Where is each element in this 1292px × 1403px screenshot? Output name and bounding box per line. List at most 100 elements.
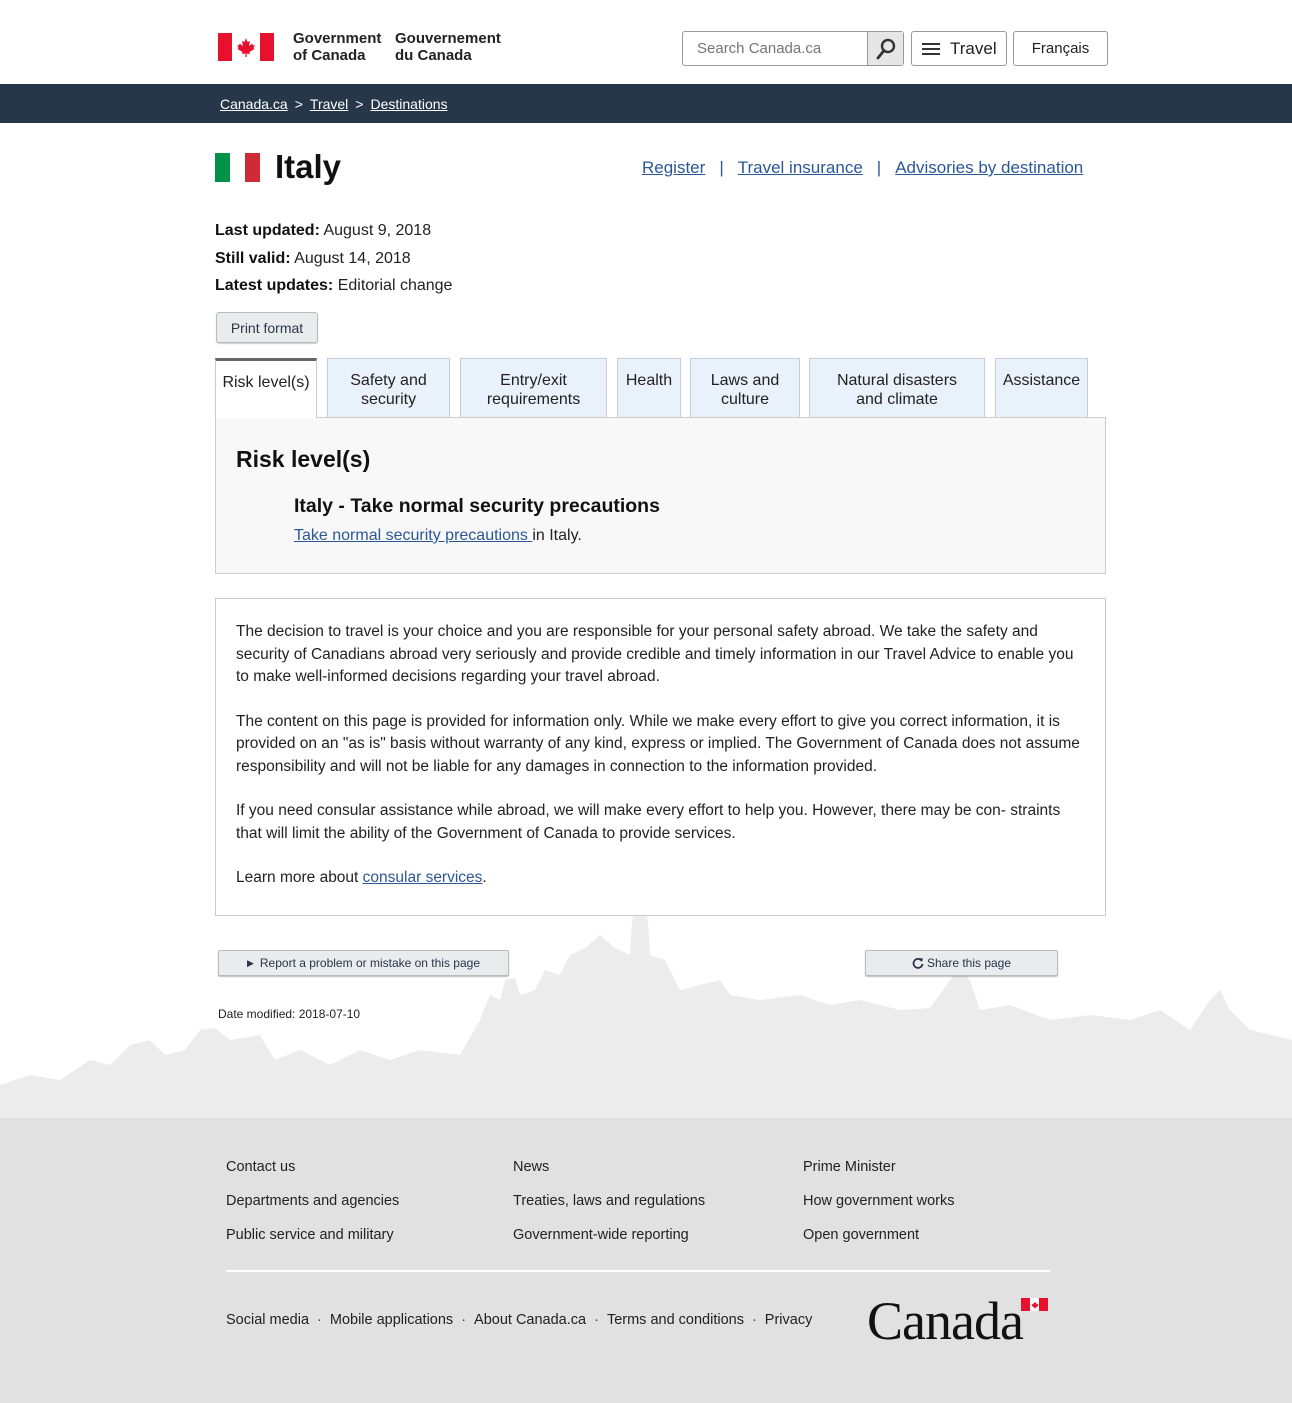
footer-link-social-media[interactable]: Social media [226, 1312, 309, 1328]
learn-more-prefix: Learn more about [236, 869, 363, 886]
government-signature-fr[interactable]: Gouvernement du Canada [395, 30, 501, 64]
triangle-right-icon: ▶ [246, 957, 254, 968]
search-box [682, 31, 904, 66]
footer-column: News Treaties, laws and regulations Gove… [513, 1150, 705, 1252]
tab-entry-exit[interactable]: Entry/exit requirements [460, 358, 607, 417]
tab-label: Natural disasters [836, 372, 958, 389]
advisory-metadata: Last updated: August 9, 2018 Still valid… [215, 217, 452, 300]
register-link[interactable]: Register [642, 158, 705, 178]
search-button[interactable] [867, 32, 903, 65]
footer-link-open-government[interactable]: Open government [803, 1218, 955, 1252]
flag-stripe-red [245, 153, 260, 182]
tab-risk-levels[interactable]: Risk level(s) [215, 358, 317, 418]
tab-health[interactable]: Health [617, 358, 681, 417]
site-header: Government of Canada Gouvernement du Can… [0, 0, 1292, 84]
footer-link-reporting[interactable]: Government-wide reporting [513, 1218, 705, 1252]
wordmark-flag-icon [1021, 1298, 1048, 1311]
tab-safety-security[interactable]: Safety and security [327, 358, 450, 417]
disclaimer-paragraph: The content on this page is provided for… [236, 712, 1080, 775]
footer-separator: · [317, 1312, 322, 1328]
consular-services-link[interactable]: consular services [363, 869, 483, 886]
share-page-button[interactable]: Share this page [865, 950, 1058, 976]
disclaimer-paragraph: If you need consular assistance while ab… [236, 802, 1061, 842]
italy-flag-icon [215, 153, 260, 182]
tab-laws-culture[interactable]: Laws and culture [690, 358, 800, 417]
footer-link-contact[interactable]: Contact us [226, 1150, 399, 1184]
tab-label: Assistance [1002, 372, 1081, 389]
footer-link-about[interactable]: About Canada.ca [474, 1312, 586, 1328]
still-valid-row: Still valid: August 14, 2018 [215, 245, 452, 273]
breadcrumb-link-canada[interactable]: Canada.ca [220, 96, 288, 112]
share-icon [912, 958, 924, 969]
risk-subheading: Italy - Take normal security precautions [294, 495, 660, 517]
tab-label: Risk level(s) [222, 374, 310, 391]
footer-separator: · [751, 1312, 757, 1328]
still-valid-value: August 14, 2018 [294, 249, 411, 267]
latest-updates-value: Editorial change [337, 277, 453, 294]
search-icon [876, 38, 895, 59]
tab-assistance[interactable]: Assistance [995, 358, 1088, 417]
footer-link-mobile-apps[interactable]: Mobile applications [330, 1312, 453, 1328]
tab-label: security [360, 391, 417, 408]
advisories-link[interactable]: Advisories by destination [895, 158, 1083, 178]
signature-text: du Canada [395, 47, 472, 64]
disclaimer-paragraph: The decision to travel is your choice an… [236, 623, 1074, 685]
maple-leaf-icon [1030, 1298, 1039, 1311]
signature-text: Government [293, 30, 382, 47]
footer-link-prime-minister[interactable]: Prime Minister [803, 1150, 955, 1184]
risk-level-panel: Risk level(s) Italy - Take normal securi… [215, 417, 1106, 574]
signature-text: Gouvernement [395, 30, 501, 47]
menu-label: Travel [950, 38, 997, 58]
footer-bottom-links: Social media · Mobile applications · Abo… [226, 1312, 812, 1328]
flag-stripe-white [230, 153, 245, 182]
menu-button[interactable]: Travel [911, 31, 1007, 66]
footer-link-departments[interactable]: Departments and agencies [226, 1184, 399, 1218]
language-toggle-button[interactable]: Français [1013, 31, 1108, 66]
tab-natural-disasters[interactable]: Natural disasters and climate [809, 358, 985, 417]
last-updated-value: August 9, 2018 [323, 222, 432, 239]
breadcrumb-link-destinations[interactable]: Destinations [370, 96, 447, 112]
canada-flag-icon[interactable] [218, 33, 274, 61]
flag-stripe-green [215, 153, 230, 182]
footer-column: Contact us Departments and agencies Publ… [226, 1150, 399, 1252]
print-format-button[interactable]: Print format [216, 312, 318, 343]
tab-label: Health [625, 372, 673, 389]
signature-text: of Canada [293, 47, 366, 64]
flag-red-bar [1021, 1298, 1030, 1311]
risk-heading: Risk level(s) [236, 446, 371, 472]
parliament-skyline-illustration [0, 900, 1292, 1118]
footer-link-privacy[interactable]: Privacy [765, 1312, 813, 1328]
maple-leaf-icon [232, 33, 260, 61]
breadcrumb-link-travel[interactable]: Travel [310, 96, 348, 112]
link-separator: | [719, 158, 724, 177]
share-page-label: Share this page [926, 956, 1012, 970]
search-input[interactable] [683, 32, 868, 65]
tab-label: Laws and [710, 372, 780, 389]
flag-red-bar [218, 33, 232, 61]
tab-label: culture [720, 391, 770, 408]
tab-label: Safety and [350, 372, 427, 389]
footer-link-how-government-works[interactable]: How government works [803, 1184, 955, 1218]
learn-more-line: Learn more about consular services. [236, 867, 1085, 890]
footer-link-terms[interactable]: Terms and conditions [607, 1312, 744, 1328]
flag-red-bar [260, 33, 274, 61]
latest-updates-label: Latest updates: [215, 277, 334, 294]
date-modified: Date modified: 2018-07-10 [218, 1007, 361, 1021]
footer-separator: · [594, 1312, 599, 1328]
last-updated-label: Last updated: [215, 222, 320, 239]
learn-more-suffix: . [482, 869, 487, 886]
footer-link-treaties[interactable]: Treaties, laws and regulations [513, 1184, 705, 1218]
disclaimer-panel: The decision to travel is your choice an… [215, 598, 1106, 916]
site-footer: Contact us Departments and agencies Publ… [0, 1118, 1292, 1403]
travel-insurance-link[interactable]: Travel insurance [738, 158, 863, 178]
report-problem-button[interactable]: ▶ Report a problem or mistake on this pa… [218, 950, 509, 976]
tab-label: and climate [856, 391, 938, 408]
footer-link-news[interactable]: News [513, 1150, 705, 1184]
normal-precautions-link[interactable]: Take normal security precautions [294, 527, 532, 544]
government-signature-en[interactable]: Government of Canada [293, 30, 381, 64]
footer-link-public-service[interactable]: Public service and military [226, 1218, 399, 1252]
hamburger-icon [922, 42, 940, 55]
latest-updates-row: Latest updates: Editorial change [215, 272, 452, 300]
link-separator: | [876, 158, 882, 177]
page-title: Italy [275, 148, 342, 185]
